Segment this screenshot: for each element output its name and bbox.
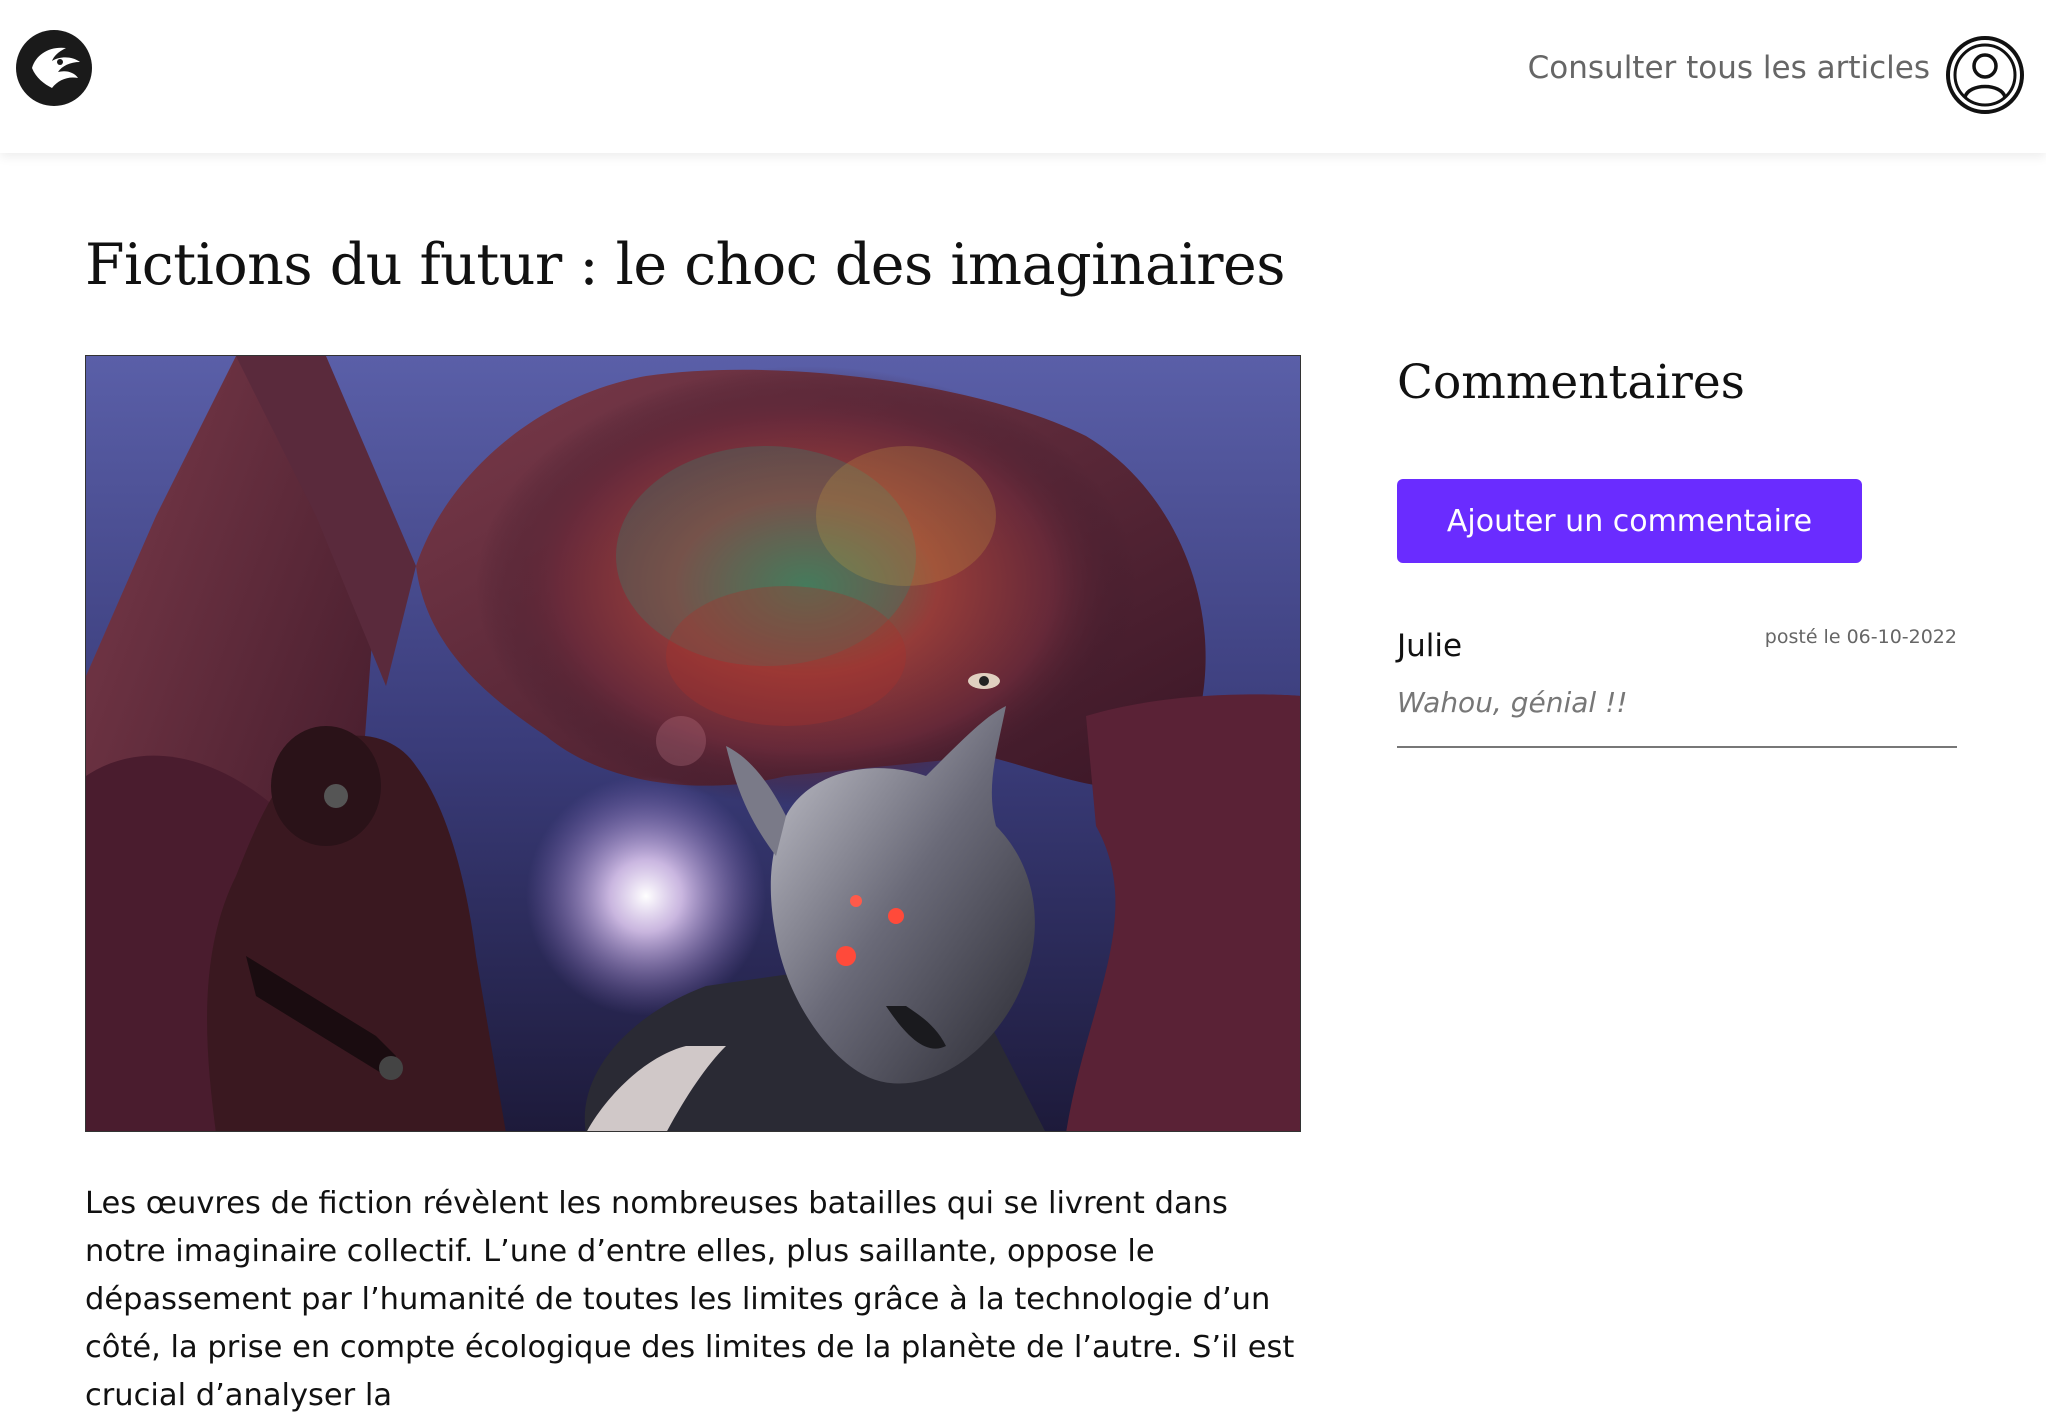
comment-author: Julie <box>1397 628 1463 664</box>
phoenix-logo-icon[interactable] <box>14 28 94 108</box>
comment-text: Wahou, génial !! <box>1397 686 1628 719</box>
article-body: Les œuvres de fiction révèlent les nombr… <box>85 1186 1295 1413</box>
site-header: Consulter tous les articles <box>0 0 2046 153</box>
all-articles-link[interactable]: Consulter tous les articles <box>1528 50 1930 86</box>
comments-title: Commentaires <box>1397 355 1745 410</box>
article-title: Fictions du futur : le choc des imaginai… <box>85 232 1285 298</box>
user-account-icon[interactable] <box>1945 35 2025 115</box>
sci-fi-collage-image <box>85 355 1301 1132</box>
add-comment-button[interactable]: Ajouter un commentaire <box>1397 479 1862 563</box>
comment-date: posté le 06-10-2022 <box>1764 626 1957 648</box>
comment-item: Julie posté le 06-10-2022 Wahou, génial … <box>1397 620 1957 748</box>
